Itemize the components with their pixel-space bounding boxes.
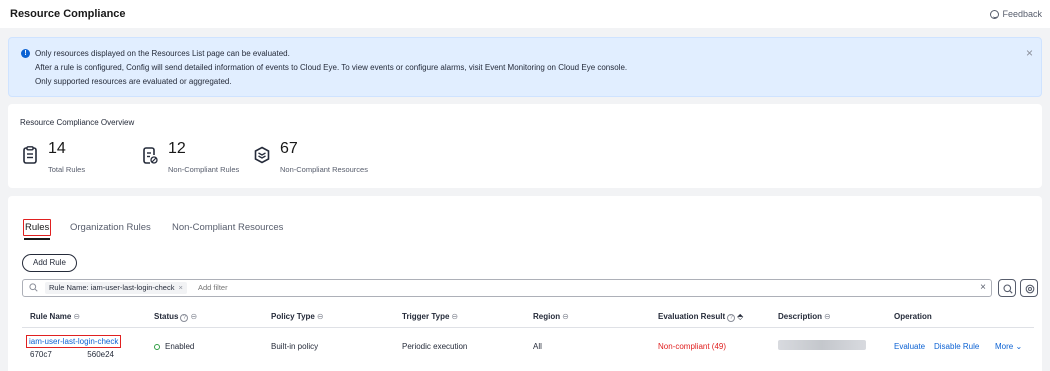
description-redacted [778, 340, 866, 350]
filter-chip-label: Rule Name: iam-user-last-login-check [49, 283, 175, 292]
col-description[interactable]: Description ⊖ [778, 312, 831, 321]
search-icon [1002, 283, 1013, 294]
feedback-link[interactable]: Feedback [990, 9, 1042, 19]
redacted-mask [52, 350, 84, 360]
close-icon[interactable]: × [1026, 47, 1033, 59]
notice-line: Only resources displayed on the Resource… [35, 49, 290, 58]
tab-bar: Rules Organization Rules Non-Compliant R… [8, 196, 1042, 240]
rules-panel: Rules Organization Rules Non-Compliant R… [8, 196, 1042, 371]
top-bar: Resource Compliance Feedback [0, 0, 1050, 28]
stat-value: 14 [48, 140, 66, 157]
search-button[interactable] [998, 279, 1016, 297]
more-dropdown[interactable]: More ⌄ [995, 342, 1022, 351]
col-status[interactable]: Status? ⊖ [154, 312, 197, 322]
rule-id-suffix: 560e24 [87, 350, 114, 359]
add-filter-input[interactable] [198, 283, 398, 292]
overview-title: Resource Compliance Overview [20, 118, 135, 127]
notice-line: Only supported resources are evaluated o… [35, 77, 232, 86]
layers-resources-icon [254, 146, 270, 164]
stat-label: Non-Compliant Resources [280, 165, 368, 174]
help-icon: ? [727, 314, 736, 322]
add-rule-button[interactable]: Add Rule [22, 254, 77, 272]
tab-non-compliant-resources[interactable]: Non-Compliant Resources [172, 222, 283, 233]
compliance-overview: Resource Compliance Overview 14 Total Ru… [8, 104, 1042, 188]
info-notice: ! Only resources displayed on the Resour… [8, 37, 1042, 97]
page-title: Resource Compliance [10, 8, 126, 20]
table-header: Rule Name ⊖ Status? ⊖ Policy Type ⊖ Trigger… [22, 306, 1034, 328]
clear-filter-icon[interactable]: × [980, 282, 986, 294]
sort-icon: ⊖ [190, 312, 198, 321]
smile-icon [990, 9, 1000, 19]
sort-icon: ⊖ [73, 312, 81, 321]
stat-label: Total Rules [48, 165, 86, 174]
col-operation: Operation [894, 312, 932, 321]
rule-name-link[interactable]: iam-user-last-login-check [26, 335, 122, 348]
non-compliant-rules-icon [143, 147, 158, 164]
table-row: iam-user-last-login-check 670c7 560e24 E… [22, 328, 1034, 368]
stat-label: Non-Compliant Rules [168, 165, 240, 174]
sort-icon: ⊖ [451, 312, 459, 321]
evaluate-link[interactable]: Evaluate [894, 342, 925, 351]
feedback-label: Feedback [1002, 9, 1042, 19]
region-cell: All [533, 342, 542, 351]
sort-icon: ⊖ [824, 312, 831, 321]
rules-document-icon [23, 146, 37, 164]
status-cell: Enabled [154, 342, 194, 351]
notice-line: After a rule is configured, Config will … [35, 63, 628, 72]
tab-organization-rules[interactable]: Organization Rules [70, 222, 151, 233]
search-icon [29, 283, 38, 292]
stat-value: 67 [280, 140, 298, 157]
active-tab-indicator [24, 238, 50, 240]
disable-rule-link[interactable]: Disable Rule [934, 342, 979, 351]
col-trigger-type[interactable]: Trigger Type ⊖ [402, 312, 458, 321]
col-policy-type[interactable]: Policy Type ⊖ [271, 312, 324, 321]
gear-icon [1025, 284, 1034, 293]
sort-icon: ⊖ [316, 312, 324, 321]
trigger-type-cell: Periodic execution [402, 342, 468, 351]
tab-rules[interactable]: Rules [23, 219, 52, 236]
help-icon: ? [180, 314, 189, 322]
col-region[interactable]: Region ⊖ [533, 312, 569, 321]
chip-close-icon[interactable]: × [178, 283, 182, 292]
enabled-status-icon [154, 344, 160, 350]
rule-id-prefix: 670c7 [30, 350, 52, 359]
sort-icon: ⊖ [562, 312, 569, 321]
sort-desc-icon: ⬘ [737, 312, 744, 321]
stat-value: 12 [168, 140, 186, 157]
policy-type-cell: Built-in policy [271, 342, 319, 351]
col-rule-name[interactable]: Rule Name ⊖ [30, 312, 80, 321]
filter-bar[interactable]: Rule Name: iam-user-last-login-check× × [22, 279, 992, 297]
settings-button[interactable] [1020, 279, 1038, 297]
evaluation-result-link[interactable]: Non-compliant (49) [658, 342, 726, 351]
rule-id: 670c7 560e24 [30, 350, 114, 360]
info-icon: ! [21, 49, 30, 58]
filter-chip: Rule Name: iam-user-last-login-check × [45, 282, 187, 294]
col-evaluation-result[interactable]: Evaluation Result? ⬘ [658, 312, 743, 322]
